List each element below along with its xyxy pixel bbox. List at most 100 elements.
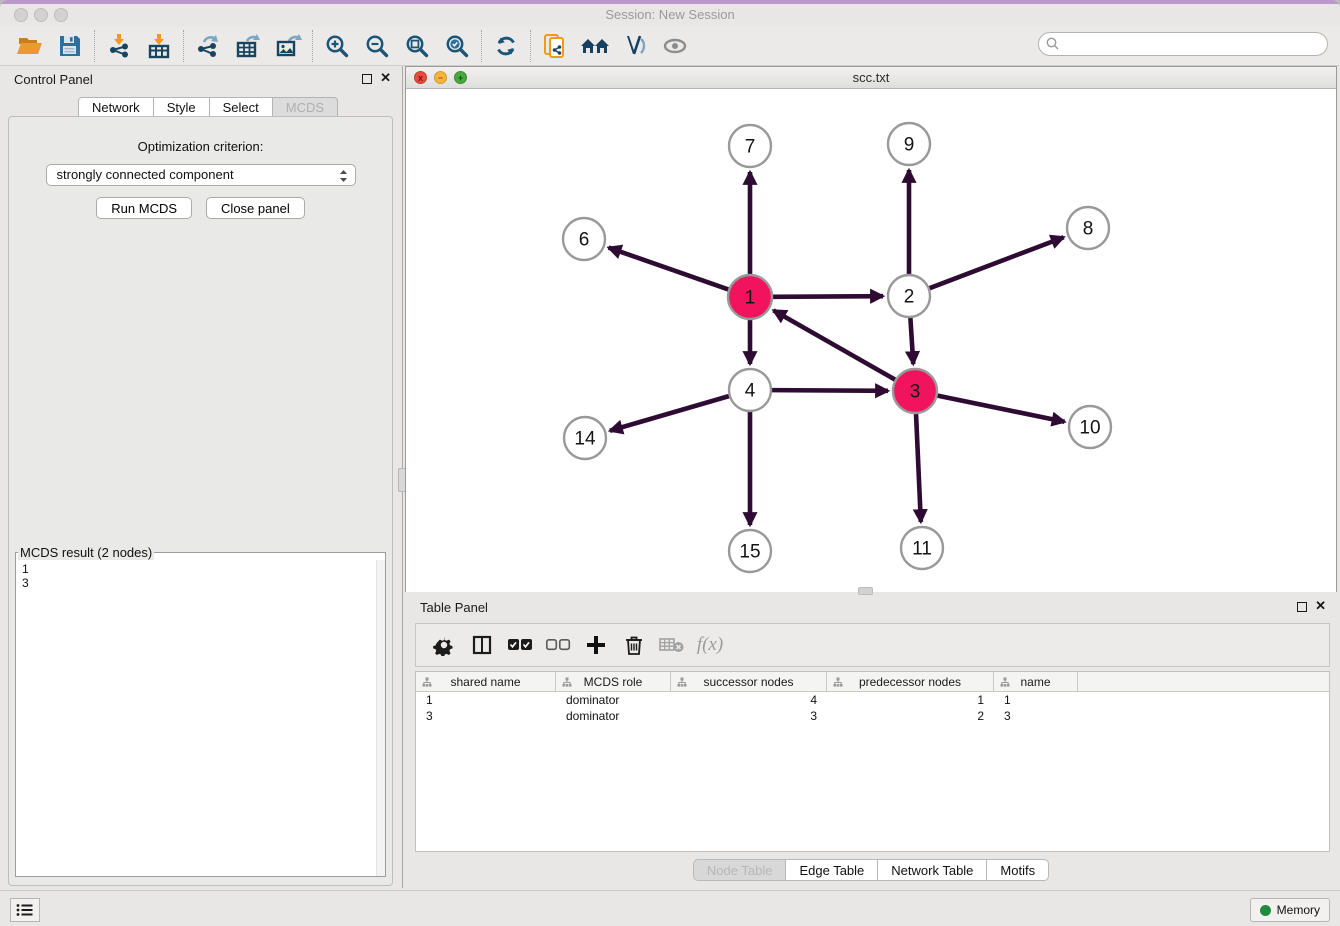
table-cell[interactable]: 1 [827, 692, 994, 708]
home-network-icon[interactable] [575, 29, 615, 63]
delete-icon[interactable] [618, 629, 650, 661]
edge-3-1[interactable] [773, 310, 895, 379]
mcds-result-scrollbar[interactable] [376, 560, 385, 876]
tab-network-table[interactable]: Network Table [878, 859, 987, 881]
table-cell[interactable]: 1 [994, 692, 1078, 708]
tab-node-table[interactable]: Node Table [693, 859, 787, 881]
float-table-panel-icon[interactable] [1297, 602, 1307, 612]
node-11[interactable]: 11 [901, 527, 943, 569]
edge-3-10[interactable] [938, 396, 1065, 422]
node-2[interactable]: 2 [888, 275, 930, 317]
node-3[interactable]: 3 [893, 369, 937, 413]
import-network-icon[interactable] [99, 29, 139, 63]
table-row[interactable]: 1dominator411 [416, 692, 1329, 708]
window-title: Session: New Session [0, 7, 1340, 22]
table-cell[interactable]: dominator [556, 708, 671, 724]
svg-text:15: 15 [739, 542, 760, 563]
node-14[interactable]: 14 [564, 417, 606, 459]
tab-style[interactable]: Style [154, 97, 210, 117]
memory-button[interactable]: Memory [1250, 898, 1330, 922]
edge-4-3[interactable] [772, 390, 888, 391]
save-session-icon[interactable] [50, 29, 90, 63]
column-header-name[interactable]: name [994, 672, 1078, 692]
node-15[interactable]: 15 [729, 530, 771, 572]
tab-motifs[interactable]: Motifs [987, 859, 1049, 881]
table-cell[interactable]: dominator [556, 692, 671, 708]
float-panel-icon[interactable] [362, 74, 372, 84]
run-mcds-button[interactable]: Run MCDS [96, 197, 192, 219]
open-file-icon[interactable] [10, 29, 50, 63]
table-panel-title: Table Panel [420, 600, 488, 615]
deselect-all-icon[interactable] [542, 629, 574, 661]
task-history-button[interactable] [10, 898, 40, 922]
refresh-icon[interactable] [486, 29, 526, 63]
title-bar: Session: New Session [0, 4, 1340, 26]
node-7[interactable]: 7 [729, 125, 771, 167]
table-cell[interactable]: 3 [994, 708, 1078, 724]
gear-icon[interactable] [428, 629, 460, 661]
table-cell[interactable]: 4 [671, 692, 827, 708]
search-box[interactable] [1038, 32, 1328, 56]
column-header-shared-name[interactable]: shared name [416, 672, 556, 692]
zoom-selected-icon[interactable] [437, 29, 477, 63]
zoom-in-icon[interactable] [317, 29, 357, 63]
edge-1-2[interactable] [773, 296, 883, 297]
network-window-title: scc.txt [406, 70, 1336, 85]
export-table-icon[interactable] [228, 29, 268, 63]
column-header-MCDS-role[interactable]: MCDS role [556, 672, 671, 692]
network-document-icon[interactable] [535, 29, 575, 63]
svg-text:1: 1 [745, 288, 756, 309]
node-8[interactable]: 8 [1067, 207, 1109, 249]
table-cell[interactable]: 2 [827, 708, 994, 724]
export-network-icon[interactable] [188, 29, 228, 63]
tab-select[interactable]: Select [210, 97, 273, 117]
horizontal-splitter-grip[interactable] [858, 587, 873, 595]
tab-network[interactable]: Network [78, 97, 154, 117]
chevron-up-down-icon [338, 168, 349, 184]
table-header-row: shared nameMCDS rolesuccessor nodesprede… [416, 672, 1329, 692]
column-edit-icon [562, 677, 572, 687]
node-1[interactable]: 1 [728, 275, 772, 319]
export-image-icon[interactable] [268, 29, 308, 63]
zoom-fit-icon[interactable] [397, 29, 437, 63]
network-canvas[interactable]: 7 9 6 8 1 2 4 3 14 10 15 11 [406, 89, 1336, 592]
tab-edge-table[interactable]: Edge Table [786, 859, 878, 881]
add-column-icon[interactable] [580, 629, 612, 661]
node-4[interactable]: 4 [729, 369, 771, 411]
edge-4-14[interactable] [610, 396, 729, 431]
edge-3-11[interactable] [916, 414, 921, 522]
close-panel-button[interactable]: Close panel [206, 197, 305, 219]
mcds-panel: Optimization criterion: strongly connect… [8, 116, 393, 886]
column-header-successor-nodes[interactable]: successor nodes [671, 672, 827, 692]
column-edit-icon [833, 677, 843, 687]
edge-2-8[interactable] [930, 237, 1064, 288]
import-table-icon[interactable] [139, 29, 179, 63]
table-row[interactable]: 3dominator323 [416, 708, 1329, 724]
table-cell[interactable]: 3 [671, 708, 827, 724]
select-all-icon[interactable] [504, 629, 536, 661]
toolbar-separator [530, 30, 531, 62]
column-header-predecessor-nodes[interactable]: predecessor nodes [827, 672, 994, 692]
close-table-panel-icon[interactable]: ✕ [1315, 598, 1326, 614]
mcds-result-text[interactable]: 1 3 [16, 560, 376, 876]
network-canvas-svg[interactable]: 7 9 6 8 1 2 4 3 14 10 15 11 [406, 89, 1336, 592]
table-cell[interactable]: 1 [416, 692, 556, 708]
node-9[interactable]: 9 [888, 123, 930, 165]
node-10[interactable]: 10 [1069, 406, 1111, 448]
vizmapper-icon[interactable] [615, 29, 655, 63]
search-input[interactable] [1061, 35, 1327, 53]
close-panel-icon[interactable]: ✕ [380, 70, 391, 86]
node-6[interactable]: 6 [563, 218, 605, 260]
edge-2-3[interactable] [910, 318, 913, 364]
control-panel-title: Control Panel [14, 72, 93, 87]
table-cell[interactable]: 3 [416, 708, 556, 724]
column-edit-icon [677, 677, 687, 687]
table-tabs: Node Table Edge Table Network Table Moti… [405, 859, 1337, 881]
eye-icon[interactable] [655, 29, 695, 63]
edge-1-6[interactable] [609, 248, 729, 290]
tab-mcds[interactable]: MCDS [273, 97, 338, 117]
criterion-dropdown[interactable]: strongly connected component [46, 164, 356, 186]
column-layout-icon[interactable] [466, 629, 498, 661]
network-window-titlebar[interactable]: x − + scc.txt [406, 67, 1336, 89]
zoom-out-icon[interactable] [357, 29, 397, 63]
